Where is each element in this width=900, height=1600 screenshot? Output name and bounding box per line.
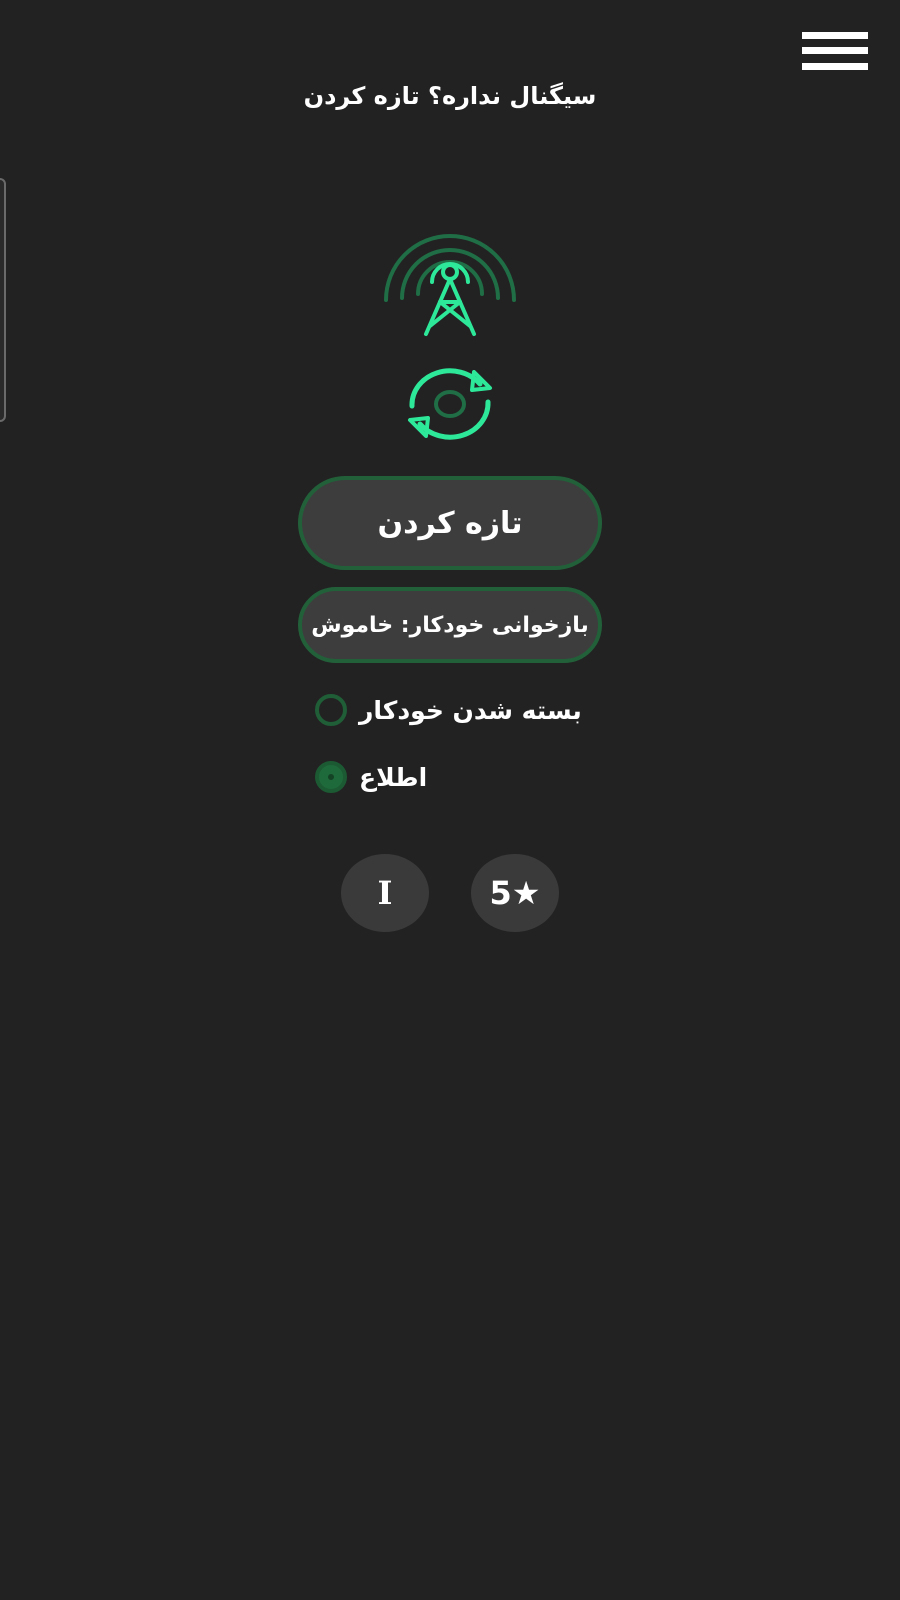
refresh-button[interactable]: تازه کردن	[298, 476, 602, 570]
refresh-icon	[408, 368, 492, 440]
notify-radio[interactable]	[315, 761, 347, 793]
signal-tower-icon	[384, 234, 516, 336]
notify-label: اطلاع	[359, 762, 428, 792]
info-button[interactable]: I	[341, 854, 429, 932]
auto-reload-toggle-button[interactable]: بازخوانی خودکار: خاموش	[298, 587, 602, 663]
auto-close-label: بسته شدن خودکار	[359, 695, 582, 725]
auto-close-option[interactable]: بسته شدن خودکار	[315, 690, 582, 730]
app-screen: سیگنال نداره؟ تازه کردن تازه کردن بازخوا…	[0, 0, 900, 1600]
hamburger-menu-icon[interactable]	[802, 30, 868, 74]
auto-close-radio[interactable]	[315, 694, 347, 726]
rate-five-star-button[interactable]: 5★	[471, 854, 559, 932]
side-drawer-handle[interactable]	[0, 178, 6, 422]
notify-option[interactable]: اطلاع	[315, 757, 427, 797]
no-signal-hint[interactable]: سیگنال نداره؟ تازه کردن	[0, 82, 900, 110]
